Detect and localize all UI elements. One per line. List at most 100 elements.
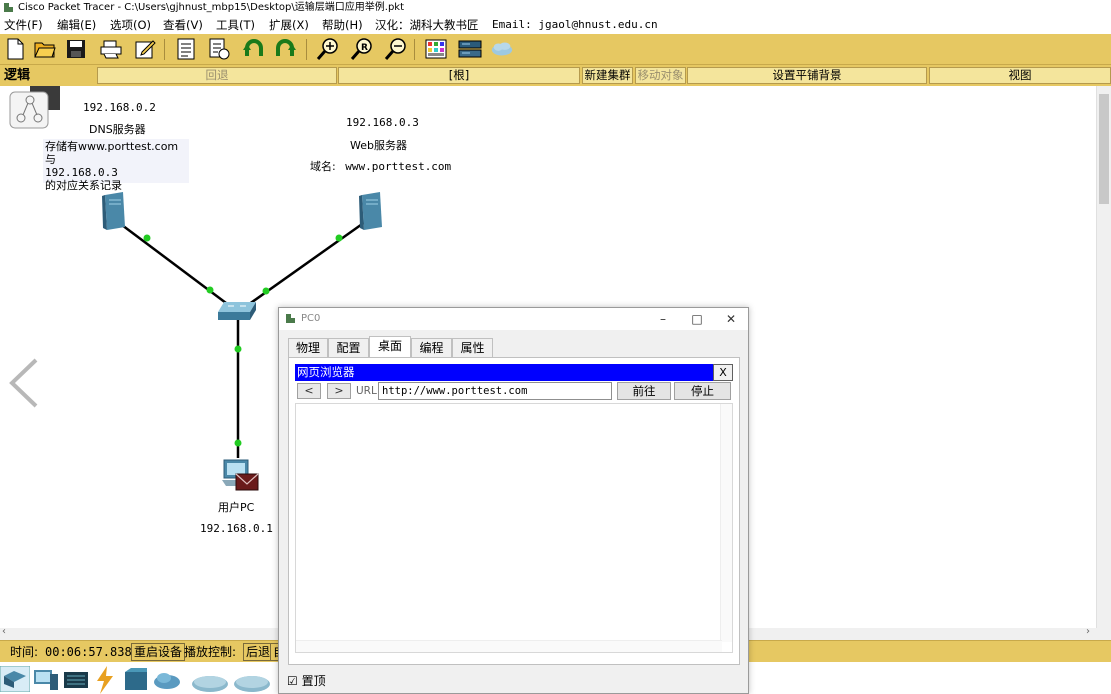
browser-forward-button[interactable]: > [327, 383, 351, 399]
web-server-name: Web服务器 [350, 139, 407, 152]
tab-config[interactable]: 配置 [328, 338, 369, 358]
browser-back-button[interactable]: < [297, 383, 321, 399]
root-button[interactable]: [根] [338, 67, 580, 84]
dns-server-ip: 192.168.0.2 [83, 101, 156, 114]
vertical-scrollbar[interactable] [1096, 86, 1111, 628]
chevron-left-icon[interactable] [8, 358, 40, 408]
router-model-icon[interactable] [232, 674, 272, 694]
time-label: 时间: [10, 645, 39, 659]
redo-icon[interactable] [273, 37, 297, 61]
web-browser-title: 网页浏览器 [297, 365, 355, 379]
pc0-window: PC0 – □ ✕ 物理 配置 桌面 编程 属性 网页浏览器 X < > URL… [278, 307, 749, 694]
maximize-icon[interactable]: □ [680, 308, 714, 330]
logical-workspace-bar: 逻辑 回退 [根] 新建集群 移动对象 设置平铺背景 视图 [0, 65, 1111, 86]
toolbar-separator [164, 39, 165, 60]
viewport-button[interactable]: 视图 [929, 67, 1111, 84]
tab-programming[interactable]: 编程 [411, 338, 452, 358]
link-light [335, 234, 343, 242]
print-icon[interactable] [99, 37, 123, 61]
logical-mode-label[interactable]: 逻辑 [4, 67, 30, 84]
pc0-title-bar[interactable]: PC0 – □ ✕ [279, 308, 748, 330]
window-title-bar: Cisco Packet Tracer - C:\Users\gjhnust_m… [0, 0, 1111, 16]
open-folder-icon[interactable] [33, 37, 57, 61]
web-server-icon[interactable] [358, 191, 384, 231]
link-light [234, 439, 242, 447]
always-on-top-label: 置顶 [301, 674, 326, 688]
scroll-left-icon[interactable]: ‹ [2, 626, 6, 637]
checkbox-checked-icon[interactable]: ☑ [287, 674, 298, 688]
misc-devices-icon[interactable] [123, 668, 149, 692]
menu-options[interactable]: 选项(O) [110, 16, 151, 34]
menu-help[interactable]: 帮助(H) [322, 16, 363, 34]
save-icon[interactable] [64, 37, 88, 61]
playback-back-button[interactable]: 后退 [243, 643, 274, 661]
browser-vertical-scrollbar[interactable] [720, 404, 732, 642]
activity-wizard-icon[interactable] [174, 37, 198, 61]
scrollbar-thumb[interactable] [1099, 94, 1109, 204]
end-devices-icon[interactable] [32, 668, 60, 692]
zoom-in-icon[interactable] [316, 37, 340, 61]
user-pc-icon[interactable] [220, 458, 260, 494]
edit-icon[interactable] [133, 37, 157, 61]
components-icon[interactable] [63, 670, 89, 690]
browser-horizontal-scrollbar[interactable] [296, 640, 722, 652]
menu-localized-credit: 汉化：湖科大教书匠 [375, 18, 479, 32]
menu-edit[interactable]: 编辑(E) [57, 16, 96, 34]
new-file-icon[interactable] [3, 37, 27, 61]
report-icon[interactable] [207, 37, 231, 61]
menu-tools[interactable]: 工具(T) [216, 16, 255, 34]
cloud-icon[interactable] [490, 37, 514, 61]
always-on-top-option[interactable]: ☑ 置顶 [287, 674, 326, 688]
custom-device-icon[interactable] [458, 37, 482, 61]
packet-tracer-icon [286, 314, 295, 323]
menu-extensions[interactable]: 扩展(X) [269, 16, 309, 34]
domain-value: www.porttest.com [345, 160, 452, 173]
undo-icon[interactable] [242, 37, 266, 61]
new-cluster-button[interactable]: 新建集群 [582, 67, 633, 84]
web-server-ip: 192.168.0.3 [346, 116, 419, 129]
tab-desktop[interactable]: 桌面 [369, 336, 411, 358]
menu-email: Email: jgaol@hnust.edu.cn [492, 18, 658, 31]
go-button[interactable]: 前往 [617, 382, 671, 400]
zoom-out-icon[interactable] [384, 37, 408, 61]
link-light [234, 345, 242, 353]
desktop-panel: 网页浏览器 X < > URL http://www.porttest.com … [288, 357, 740, 665]
close-icon[interactable]: ✕ [714, 308, 748, 330]
stop-button[interactable]: 停止 [674, 382, 731, 400]
move-object-button[interactable]: 移动对象 [635, 67, 686, 84]
tab-attributes[interactable]: 属性 [452, 338, 493, 358]
link-light [262, 287, 270, 295]
user-pc-name: 用户PC [218, 501, 255, 514]
wan-cloud-icon[interactable] [152, 670, 182, 690]
browser-close-button[interactable]: X [713, 364, 733, 381]
set-tiled-background-button[interactable]: 设置平铺背景 [687, 67, 927, 84]
menu-file[interactable]: 文件(F) [4, 16, 43, 34]
switch-icon[interactable] [218, 300, 258, 322]
url-label: URL [356, 385, 377, 397]
user-pc-ip: 192.168.0.1 [200, 522, 273, 535]
web-server-domain: 域名: www.porttest.com [310, 158, 451, 174]
back-button[interactable]: 回退 [97, 67, 337, 84]
playback-label: 播放控制: [184, 645, 237, 659]
browser-content-area[interactable] [295, 403, 733, 653]
router-model-icon[interactable] [190, 674, 230, 694]
packet-tracer-icon [4, 3, 13, 12]
dns-server-icon[interactable] [101, 191, 127, 231]
palette-icon[interactable] [424, 37, 448, 61]
domain-label: 域名: [310, 160, 336, 173]
time-value: 00:06:57.838 [45, 645, 132, 659]
url-input[interactable]: http://www.porttest.com [378, 382, 612, 400]
reset-devices-button[interactable]: 重启设备 [131, 643, 186, 661]
toolbar-separator [414, 39, 415, 60]
note-line: 192.168.0.3 [45, 166, 118, 179]
link-web-switch[interactable] [237, 220, 366, 314]
window-title: Cisco Packet Tracer - C:\Users\gjhnust_m… [18, 2, 405, 13]
menu-view[interactable]: 查看(V) [163, 16, 203, 34]
connections-icon[interactable] [93, 666, 117, 694]
link-dns-switch[interactable] [117, 221, 239, 313]
zoom-reset-icon[interactable]: R [350, 37, 374, 61]
tab-physical[interactable]: 物理 [288, 338, 328, 358]
minimize-icon[interactable]: – [646, 308, 680, 330]
scroll-right-icon[interactable]: › [1086, 626, 1090, 637]
network-devices-icon[interactable] [0, 666, 30, 692]
